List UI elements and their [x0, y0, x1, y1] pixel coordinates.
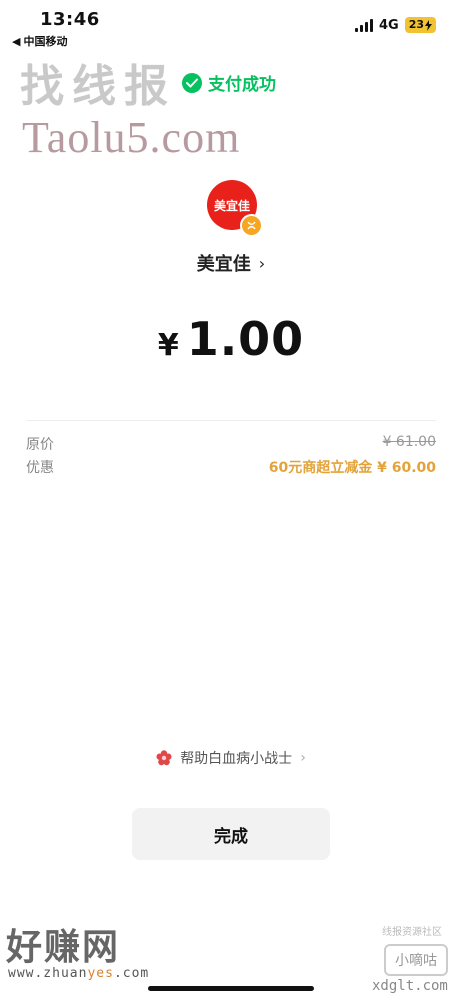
original-price-label: 原价 [26, 437, 54, 453]
charity-link[interactable]: 帮助白血病小战士 › [0, 748, 462, 768]
discount-label: 优惠 [26, 460, 54, 476]
watermark-bottom-url: www.zhuanyes.com [8, 966, 150, 981]
home-indicator[interactable] [148, 986, 314, 991]
flower-icon [156, 750, 172, 766]
watermark-corner-badge: 小嘀咕 [384, 944, 448, 976]
currency-symbol: ¥ [157, 328, 179, 363]
payment-status: 支付成功 [208, 75, 276, 95]
battery-level: 23 [408, 18, 424, 31]
merchant-name: 美宜佳 [196, 254, 251, 275]
done-button[interactable]: 完成 [132, 808, 330, 860]
carrier-name: 中国移动 [23, 35, 68, 48]
merchant-link[interactable]: 美宜佳 › [0, 250, 462, 276]
chevron-right-icon: › [300, 750, 306, 766]
signal-icon [354, 18, 373, 32]
charity-text: 帮助白血病小战士 [180, 751, 293, 767]
back-arrow-icon: ◀ [12, 34, 21, 48]
network-type: 4G [378, 17, 399, 33]
payment-success-header: 支付成功 [182, 70, 276, 95]
battery-indicator: 23 [404, 17, 436, 33]
carrier-back-link[interactable]: ◀ 中国移动 [12, 33, 67, 49]
divider [26, 420, 436, 421]
charging-bolt-icon [425, 19, 432, 31]
success-check-icon [182, 72, 202, 93]
amount-value: 1.00 [186, 312, 305, 366]
chevron-right-icon: › [258, 253, 266, 273]
watermark-corner-url: xdglt.com [372, 978, 448, 994]
watermark-bottom-title: 好赚网 [6, 927, 121, 968]
watermark-title: 找线报 [20, 61, 176, 112]
original-price-value: ¥ 61.00 [382, 434, 436, 450]
watermark-url: Taolu5.com [22, 113, 241, 162]
status-indicators: 4G 23 [354, 17, 436, 33]
merchant-badge-icon [240, 214, 263, 237]
discount-value: 60元商超立减金 ¥ 60.00 [268, 460, 436, 476]
payment-amount: ¥ 1.00 [0, 312, 462, 366]
watermark-corner-caption: 线报资源社区 [382, 927, 442, 938]
status-time: 13:46 [40, 9, 100, 30]
